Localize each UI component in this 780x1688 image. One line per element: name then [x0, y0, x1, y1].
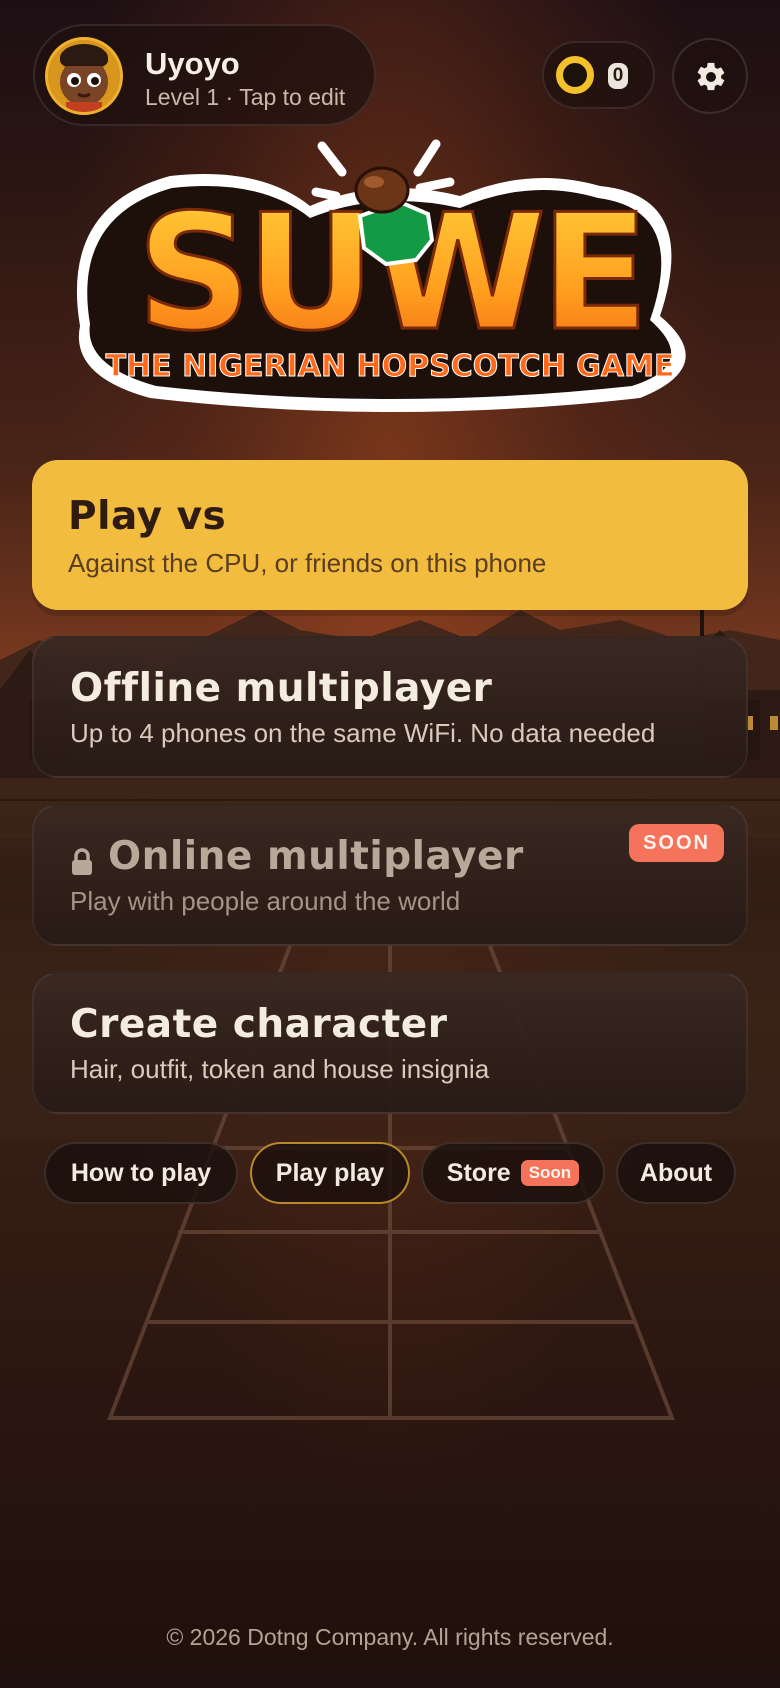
store-button[interactable]: Store Soon [421, 1142, 605, 1204]
offline-multiplayer-title: Offline multiplayer [70, 666, 493, 711]
store-soon-badge: Soon [520, 1160, 580, 1186]
profile-pill[interactable]: Uyoyo Level 1 · Tap to edit [33, 24, 376, 126]
about-label: About [639, 1159, 713, 1187]
coin-count: 0 [608, 63, 628, 89]
lock-icon [72, 848, 92, 875]
avatar-face-icon [48, 40, 120, 112]
avatar[interactable] [45, 37, 123, 115]
play-vs-title: Play vs [68, 494, 227, 539]
settings-button[interactable] [672, 38, 748, 114]
how-to-play-button[interactable]: How to play [44, 1142, 238, 1204]
coin-icon [556, 56, 594, 94]
create-character-subtitle: Hair, outfit, token and house insignia [70, 1054, 490, 1084]
logo-tagline: THE NIGERIAN HOPSCOTCH GAME [106, 349, 675, 384]
store-label: Store [446, 1159, 511, 1187]
play-play-button[interactable]: Play play [250, 1142, 410, 1204]
soon-badge: SOON [629, 824, 724, 862]
create-character-card[interactable]: Create character Hair, outfit, token and… [32, 972, 748, 1114]
offline-multiplayer-card[interactable]: Offline multiplayer Up to 4 phones on th… [32, 636, 748, 778]
offline-multiplayer-subtitle: Up to 4 phones on the same WiFi. No data… [70, 718, 656, 748]
gear-icon [697, 62, 725, 91]
how-to-play-label: How to play [70, 1159, 212, 1187]
play-vs-card[interactable]: Play vs Against the CPU, or friends on t… [32, 460, 748, 610]
online-multiplayer-card[interactable]: Online multiplayer Play with people arou… [32, 804, 748, 946]
player-level-subtitle: Level 1 · Tap to edit [145, 84, 346, 110]
play-vs-subtitle: Against the CPU, or friends on this phon… [68, 548, 547, 578]
online-multiplayer-subtitle: Play with people around the world [70, 886, 461, 916]
player-name: Uyoyo [145, 46, 240, 81]
copyright-footer: © 2026 Dotng Company. All rights reserve… [166, 1624, 614, 1650]
create-character-title: Create character [70, 1002, 448, 1047]
play-play-label: Play play [275, 1159, 385, 1187]
about-button[interactable]: About [616, 1142, 736, 1204]
game-logo: SUWE THE NIGERIAN HOPSCOTCH GAME [76, 139, 686, 412]
online-multiplayer-title: Online multiplayer [108, 834, 524, 879]
coin-balance[interactable]: 0 [542, 41, 655, 109]
